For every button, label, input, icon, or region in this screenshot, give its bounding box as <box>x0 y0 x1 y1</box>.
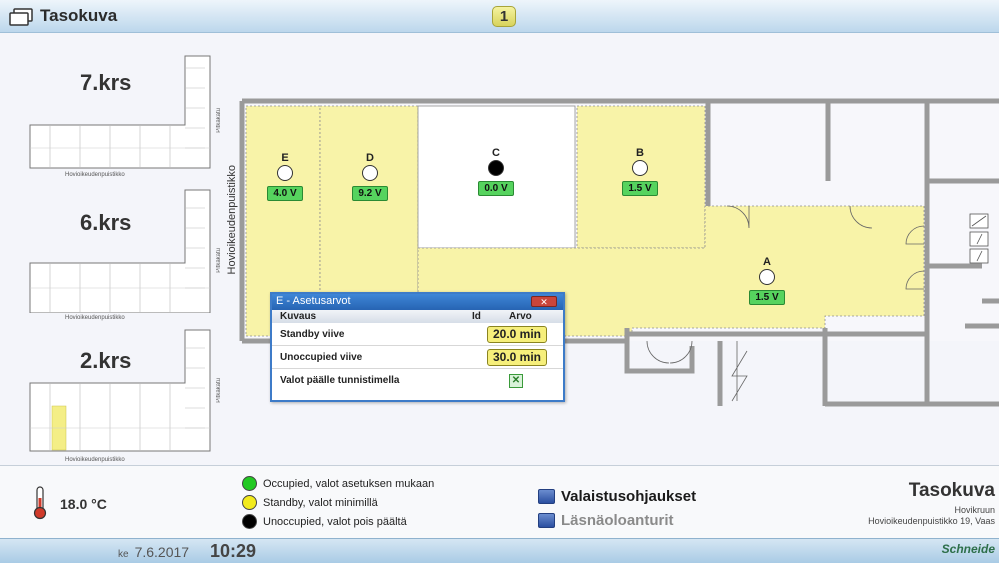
column-kuvaus: Kuvaus <box>280 311 317 322</box>
voltage-value: 9.2 V <box>352 186 388 201</box>
voltage-value: 1.5 V <box>749 290 785 305</box>
floor-thumbnail-2[interactable]: 2.krs Pitkäkatu Hovioikeudenpuistikko <box>20 328 222 463</box>
close-button[interactable]: ✕ <box>531 296 557 307</box>
settings-row: Standby viive 20.0 min <box>272 324 563 346</box>
status-bar: ke 7.6.2017 10:29 Schneide <box>0 538 999 563</box>
legend-text: Occupied, valot asetuksen mukaan <box>263 478 435 490</box>
yellow-dot-icon <box>242 495 257 510</box>
zone-label: C <box>492 147 500 159</box>
column-arvo: Arvo <box>509 311 532 322</box>
settings-dialog: E - Asetusarvot ✕ Kuvaus Id Arvo Standby… <box>270 292 565 402</box>
lamp-icon <box>362 165 378 181</box>
brand-line-1: Hovikruun <box>954 505 995 515</box>
date-display: ke 7.6.2017 <box>118 544 189 560</box>
zone-d[interactable]: D 9.2 V <box>340 152 400 201</box>
floor-plan-7-image <box>29 55 211 169</box>
settings-row: Unoccupied viive 30.0 min <box>272 347 563 369</box>
dialog-title: E - Asetusarvot <box>272 294 563 310</box>
temperature-value: 18.0 °C <box>60 496 107 512</box>
setting-label: Valot päälle tunnistimella <box>280 375 400 386</box>
floor-plan-6-image <box>29 189 211 313</box>
street-bottom-label: Hovioikeudenpuistikko <box>65 315 125 321</box>
voltage-value: 1.5 V <box>622 181 658 196</box>
floor-thumbnail-6[interactable]: 6.krs Pitkäkatu Hovioikeudenpuistikko <box>20 188 222 321</box>
voltage-value: 4.0 V <box>267 186 303 201</box>
page-title: Tasokuva <box>40 6 118 25</box>
black-dot-icon <box>242 514 257 529</box>
nav-label: Valaistusohjaukset <box>561 488 697 505</box>
column-id: Id <box>472 311 481 322</box>
zone-label: A <box>763 256 771 268</box>
street-bottom-label: Hovioikeudenpuistikko <box>65 172 125 178</box>
zone-label: B <box>636 147 644 159</box>
dialog-table-header: Kuvaus Id Arvo <box>272 310 563 323</box>
standby-delay-value[interactable]: 20.0 min <box>487 326 547 343</box>
zone-label: E <box>281 152 289 164</box>
sensor-lights-on-checkbox[interactable]: ✕ <box>509 374 523 388</box>
zone-a[interactable]: A 1.5 V <box>737 256 797 305</box>
nav-square-icon <box>538 489 555 504</box>
app-window: Tasokuva 1 7.krs Pitkäkatu Hovioikeudenp… <box>0 0 999 563</box>
unoccupied-delay-value[interactable]: 30.0 min <box>487 349 547 366</box>
street-bottom-label: Hovioikeudenpuistikko <box>65 457 125 463</box>
zone-label: D <box>366 152 374 164</box>
page-number-badge[interactable]: 1 <box>492 6 516 27</box>
setting-label: Standby viive <box>280 329 345 340</box>
floor-thumbnail-7[interactable]: 7.krs Pitkäkatu Hovioikeudenpuistikko <box>20 48 222 178</box>
legend-text: Unoccupied, valot pois päältä <box>263 516 407 528</box>
lamp-icon <box>488 160 504 176</box>
legend-text: Standby, valot minimillä <box>263 497 378 509</box>
weekday: ke <box>118 549 129 560</box>
zone-c[interactable]: C 0.0 V <box>466 147 526 196</box>
lamp-icon <box>277 165 293 181</box>
zone-b[interactable]: B 1.5 V <box>610 147 670 196</box>
nav-square-icon <box>538 513 555 528</box>
clock: 10:29 <box>210 541 257 561</box>
nav-label: Läsnäoloanturit <box>561 512 674 529</box>
windows-icon <box>9 8 33 26</box>
lamp-icon <box>632 160 648 176</box>
settings-row: Valot päälle tunnistimella ✕ <box>272 370 563 392</box>
zone-e[interactable]: E 4.0 V <box>255 152 315 201</box>
lamp-icon <box>759 269 775 285</box>
thermometer-icon <box>33 486 47 520</box>
voltage-value: 0.0 V <box>478 181 514 196</box>
brand-title: Tasokuva <box>908 480 995 501</box>
footer-panel: 18.0 °C Occupied, valot asetuksen mukaan… <box>0 465 999 538</box>
brand-address: Hovioikeudenpuistikko 19, Vaas <box>868 516 995 526</box>
date: 7.6.2017 <box>134 544 190 560</box>
floor-plan-2-image <box>29 329 211 452</box>
title-bar: Tasokuva 1 <box>0 0 999 33</box>
green-dot-icon <box>242 476 257 491</box>
schneider-logo: Schneide <box>941 542 995 556</box>
setting-label: Unoccupied viive <box>280 352 363 363</box>
